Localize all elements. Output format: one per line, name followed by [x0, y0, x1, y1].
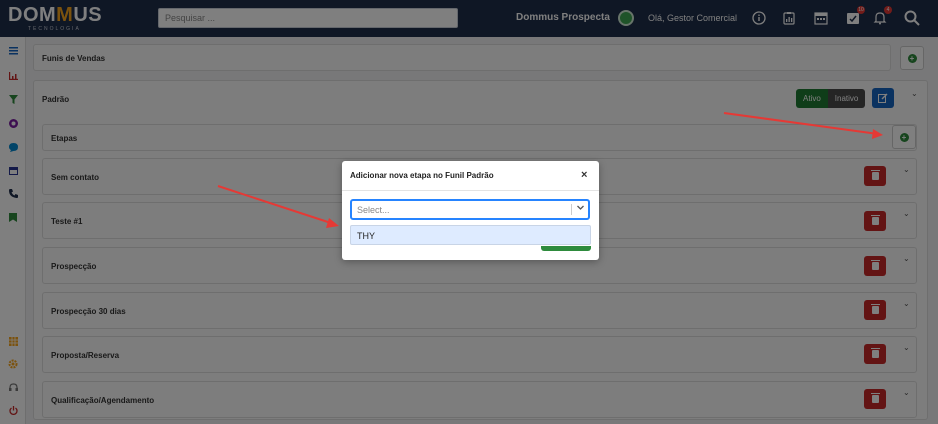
close-icon[interactable]: ×: [581, 169, 587, 181]
modal-title: Adicionar nova etapa no Funil Padrão: [350, 171, 494, 180]
stage-select[interactable]: Select...: [350, 199, 590, 220]
chevron-down-icon[interactable]: [576, 203, 585, 214]
select-placeholder: Select...: [357, 205, 390, 215]
save-button[interactable]: [541, 246, 591, 251]
select-divider: [571, 204, 572, 215]
modal-divider: [342, 190, 599, 191]
option-label: THY: [357, 231, 375, 241]
select-option[interactable]: THY: [350, 225, 591, 245]
